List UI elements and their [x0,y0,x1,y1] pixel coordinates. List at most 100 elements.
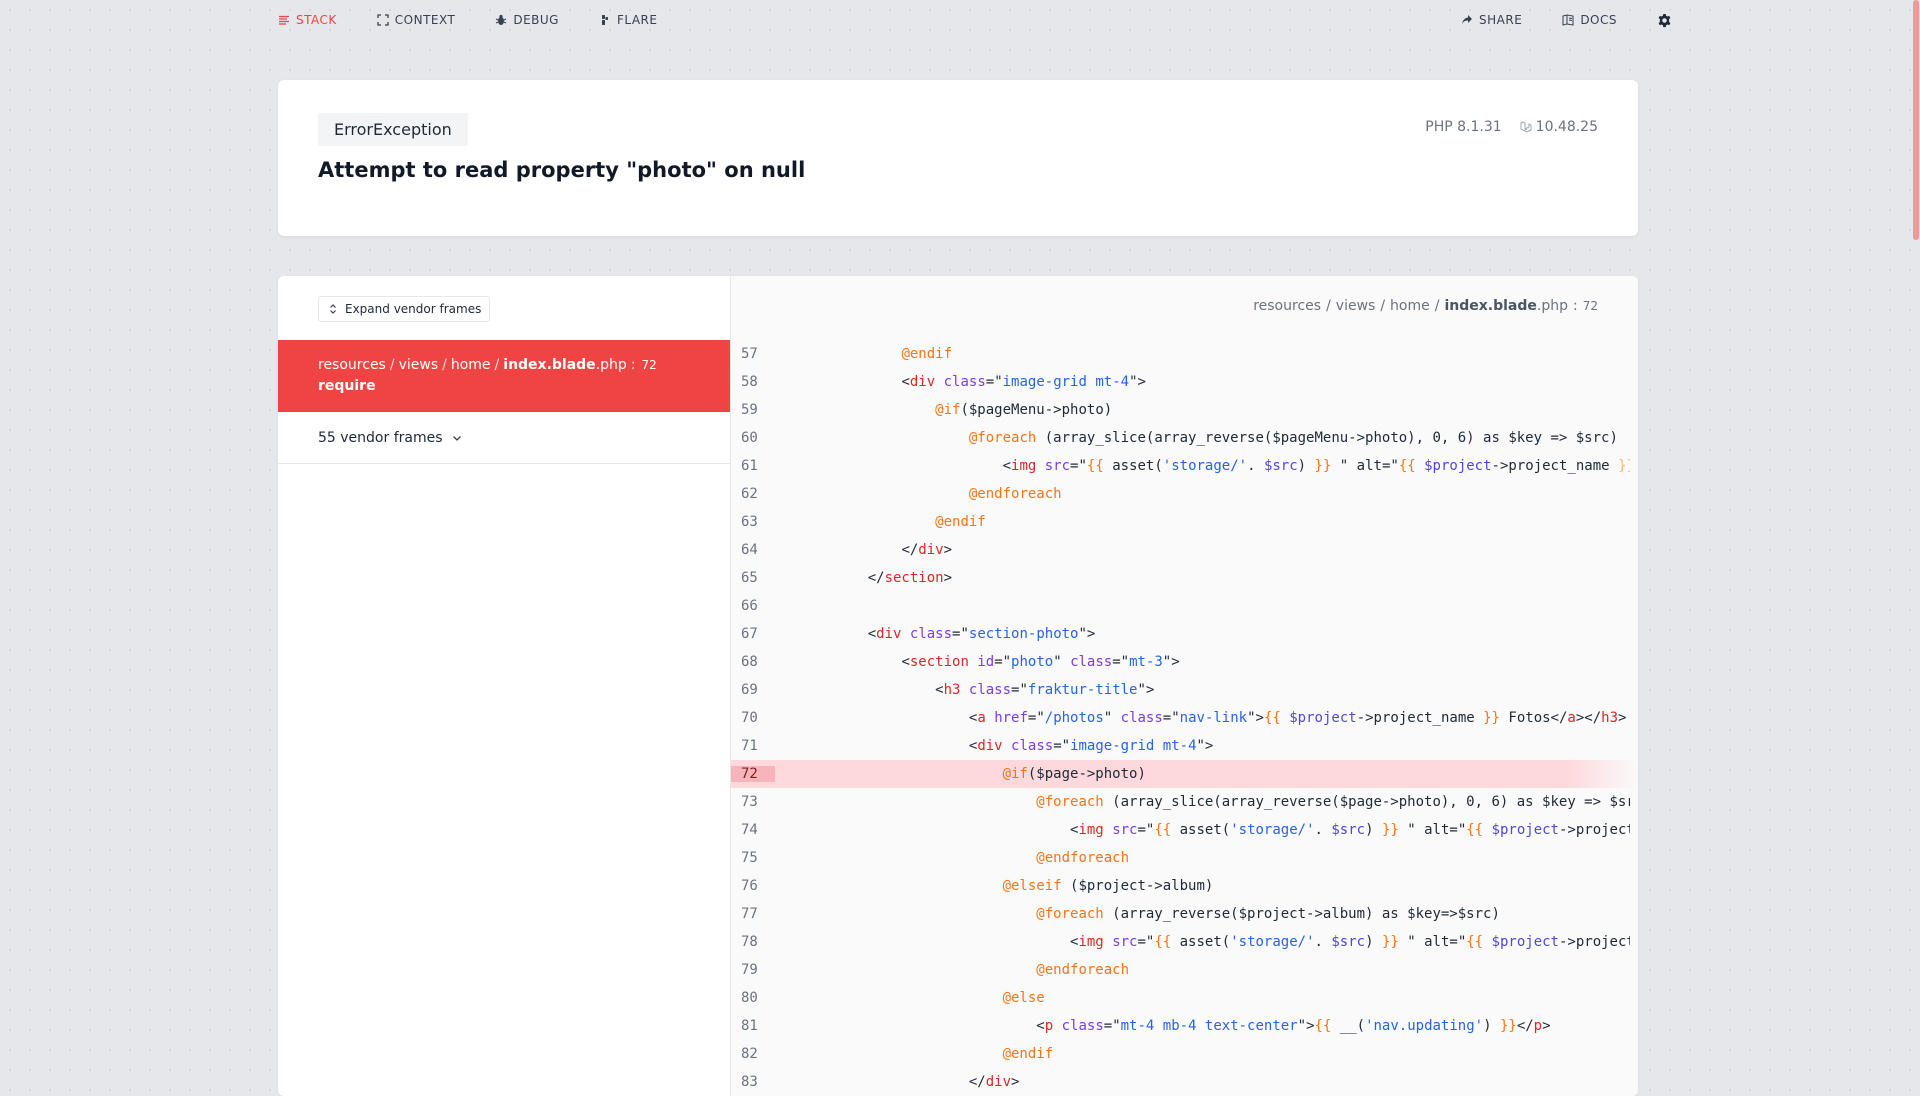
scrollbar-thumb[interactable] [1913,0,1919,240]
tab-debug[interactable]: DEBUG [495,13,559,27]
exception-meta: PHP 8.1.31 10.48.25 [1425,119,1598,135]
code-line[interactable]: 66 [731,592,1638,620]
vendor-frames-label: 55 vendor frames [318,429,443,446]
tab-debug-label: DEBUG [513,13,559,27]
code-line[interactable]: 70 <a href="/photos" class="nav-link">{{… [731,704,1638,732]
tab-stack-label: STACK [296,13,337,27]
code-line-number: 71 [741,738,758,754]
code-line[interactable]: 76 @elseif ($project->album) [731,872,1638,900]
code-line-text: <div class="image-grid mt-4"> [901,374,1146,390]
chevron-down-icon [451,432,463,444]
code-line[interactable]: 60 @foreach (array_slice(array_reverse($… [731,424,1638,452]
code-line[interactable]: 58 <div class="image-grid mt-4"> [731,368,1638,396]
code-line-text: @endif [935,514,986,530]
code-line-number: 69 [741,682,758,698]
code-line-text: @else [1002,990,1045,1006]
code-file-name: index.blade [1444,298,1537,314]
code-line-text: <img src="{{ asset('storage/'. $src) }} … [1070,934,1630,950]
frame-line-number: 72 [641,358,657,372]
code-line[interactable]: 73 @foreach (array_slice(array_reverse($… [731,788,1638,816]
code-line[interactable]: 69 <h3 class="fraktur-title"> [731,676,1638,704]
code-line-number: 70 [741,710,758,726]
code-line[interactable]: 68 <section id="photo" class="mt-3"> [731,648,1638,676]
code-line-text: @endforeach [968,486,1062,502]
nav-right: SHARE DOCS [1461,13,1672,28]
code-line-number: 79 [741,962,758,978]
code-line[interactable]: 79 @endforeach [731,956,1638,984]
code-line-number: 64 [741,542,758,558]
code-line-text: <p class="mt-4 mb-4 text-center">{{ __('… [1036,1018,1551,1034]
code-line-number: 73 [741,794,758,810]
share-button[interactable]: SHARE [1461,13,1522,27]
code-line[interactable]: 57 @endif [731,340,1638,368]
code-line[interactable]: 71 <div class="image-grid mt-4"> [731,732,1638,760]
code-line[interactable]: 82 @endif [731,1040,1638,1068]
code-line-number: 57 [741,346,758,362]
vendor-frames-toggle[interactable]: 55 vendor frames [278,412,730,464]
code-line[interactable]: 65 </section> [731,564,1638,592]
frame-file-name: index.blade [503,357,596,373]
code-line[interactable]: 62 @endforeach [731,480,1638,508]
chevron-up-down-icon [327,303,339,315]
tab-flare[interactable]: FLARE [599,13,658,27]
laravel-icon [1520,121,1532,133]
code-line-text: @foreach (array_reverse($project->album)… [1036,906,1500,922]
code-line[interactable]: 61 <img src="{{ asset('storage/'. $src) … [731,452,1638,480]
tab-stack[interactable]: STACK [278,13,337,27]
tab-context-label: CONTEXT [394,13,456,27]
code-line[interactable]: 63 @endif [731,508,1638,536]
code-line[interactable]: 75 @endforeach [731,844,1638,872]
code-line-text: @endforeach [1036,850,1130,866]
code-line-number: 74 [741,822,758,838]
code-line-ref: 72 [1582,299,1598,313]
code-line-number: 67 [741,626,758,642]
expand-icon [377,14,389,26]
gear-icon [1657,13,1672,28]
settings-button[interactable] [1657,13,1672,28]
frames-panel: Expand vendor frames resources / views / hom… [278,276,731,1096]
list-icon [278,14,290,26]
code-line-text: @endif [1002,1046,1054,1062]
code-line[interactable]: 59 @if($pageMenu->photo) [731,396,1638,424]
expand-vendor-frames-label: Expand vendor frames [345,302,482,316]
code-line[interactable]: 81 <p class="mt-4 mb-4 text-center">{{ _… [731,1012,1638,1040]
code-line-text: </div> [968,1074,1020,1090]
laravel-version-wrap: 10.48.25 [1520,119,1598,135]
code-line-text: @if($pageMenu->photo) [935,402,1113,418]
code-line[interactable]: 74 <img src="{{ asset('storage/'. $src) … [731,816,1638,844]
code-line-number: 68 [741,654,758,670]
code-line-number: 62 [741,486,758,502]
frame-path: resources / views / home / index.blade.php:72 [318,357,657,373]
code-line-number: 77 [741,906,758,922]
code-line[interactable]: 77 @foreach (array_reverse($project->alb… [731,900,1638,928]
bug-icon [495,14,507,26]
code-line-text: <img src="{{ asset('storage/'. $src) }} … [1002,458,1630,474]
frame-item-active[interactable]: resources / views / home / index.blade.php:72 … [278,340,730,412]
expand-vendor-frames-button[interactable]: Expand vendor frames [318,296,491,322]
tab-context[interactable]: CONTEXT [377,13,456,27]
code-line-text: @endif [901,346,953,362]
code-panel: resources / views / home / index.blade.php:72 … [731,276,1638,1096]
code-line-number: 59 [741,402,758,418]
exception-class: ErrorException [318,113,468,146]
code-line[interactable]: 80 @else [731,984,1638,1012]
code-line[interactable]: 67 <div class="section-photo"> [731,620,1638,648]
code-line-number: 76 [741,878,758,894]
code-line-number: 61 [741,458,758,474]
exception-card: ErrorException PHP 8.1.31 10.48.25 Attem… [278,80,1638,236]
code-line[interactable]: 72 @if($page->photo) [731,760,1638,788]
code-line[interactable]: 64 </div> [731,536,1638,564]
code-line-text: <h3 class="fraktur-title"> [935,682,1155,698]
code-line-text: </section> [867,570,953,586]
page-scrollbar[interactable] [1912,0,1920,1080]
code-line-number: 66 [741,598,758,614]
code-line-number: 65 [741,570,758,586]
code-line[interactable]: 78 <img src="{{ asset('storage/'. $src) … [731,928,1638,956]
code-line-text: <section id="photo" class="mt-3"> [901,654,1180,670]
code-file-ext: .php [1536,298,1568,314]
code-line-text: </div> [901,542,953,558]
code-file-path: resources / views / home / index.blade.php:72 [1253,298,1598,314]
code-line[interactable]: 83 </div> [731,1068,1638,1096]
docs-button[interactable]: DOCS [1562,13,1617,27]
code-line-number: 83 [741,1074,758,1090]
